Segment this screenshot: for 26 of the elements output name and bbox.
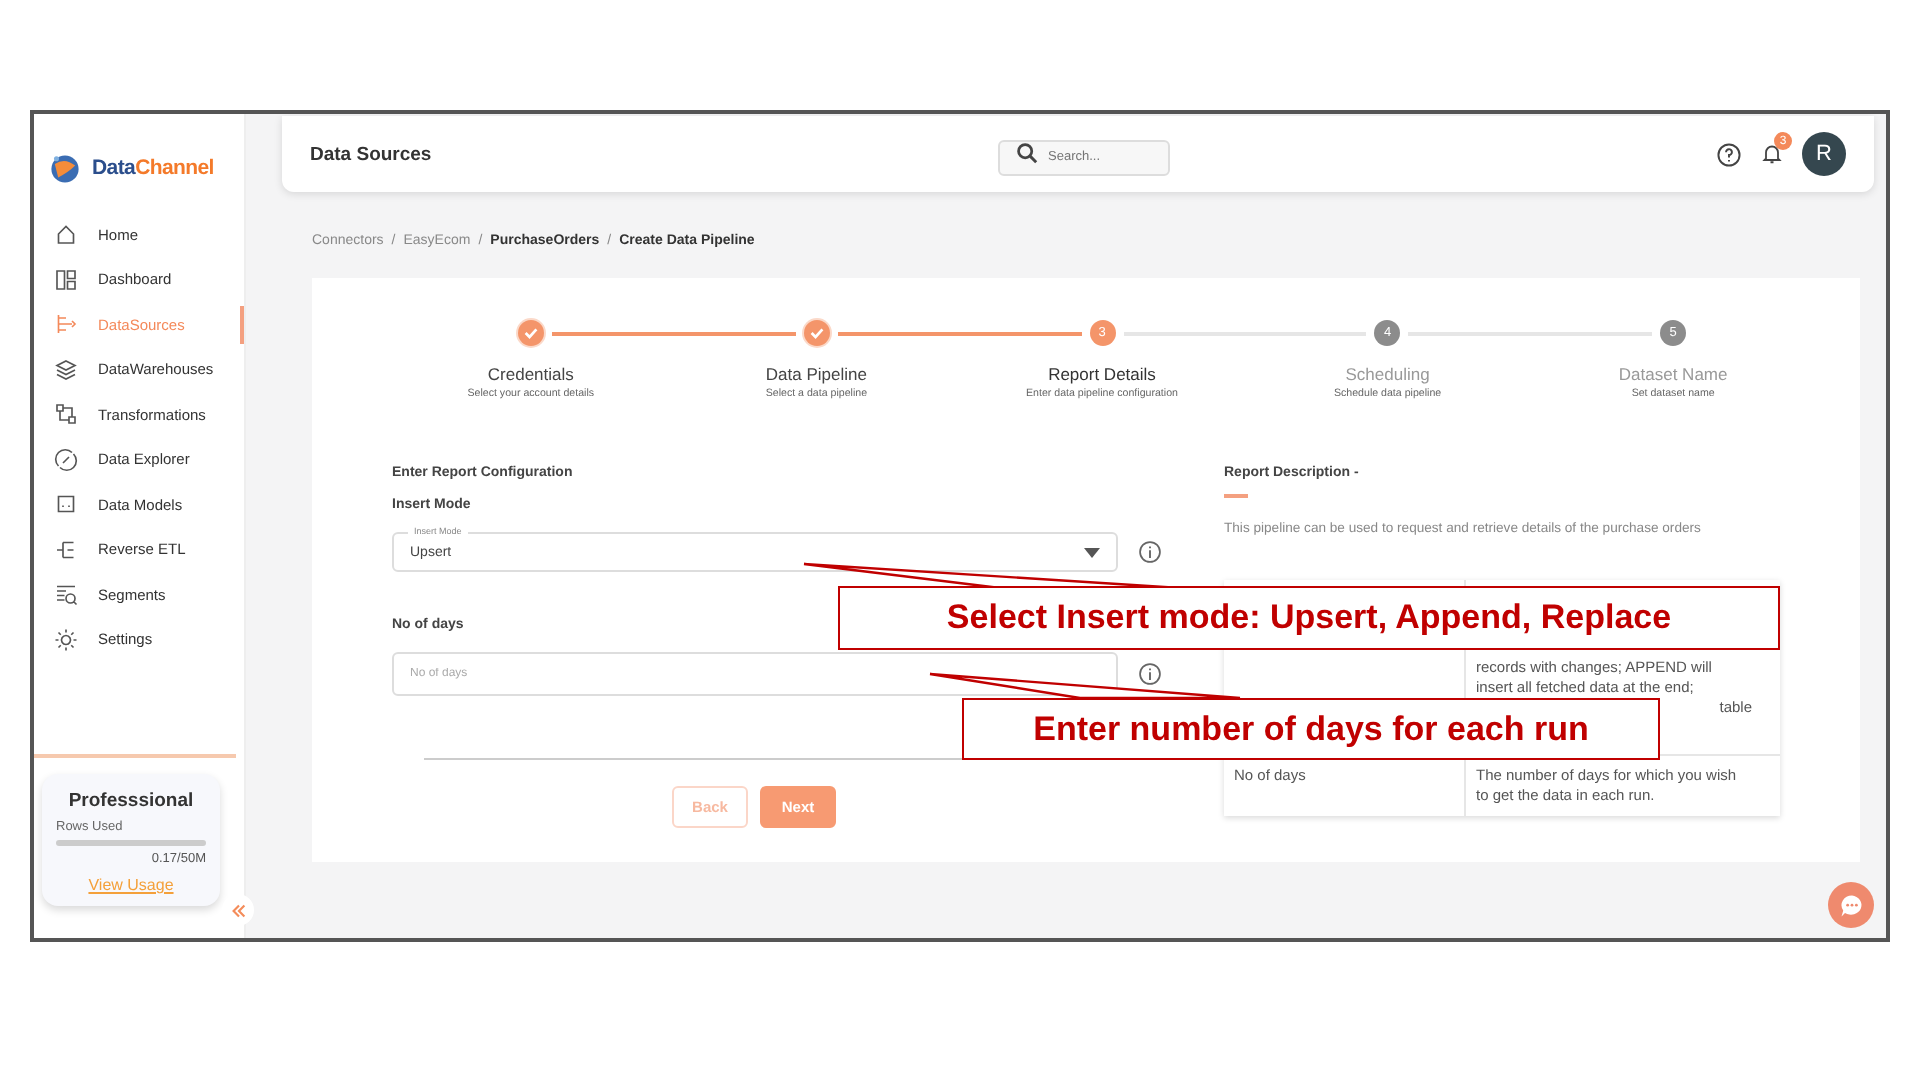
step-title: Dataset Name [1618,364,1728,384]
info-icon[interactable] [1138,662,1162,686]
step-title: Data Pipeline [765,364,867,384]
dashboard-icon [54,267,78,292]
plan-title: Professsional [66,790,196,812]
transform-icon [54,402,78,427]
step-title: Report Details [1048,364,1156,384]
globe-logo-icon [48,151,82,185]
step-title: Scheduling [1345,364,1430,384]
layers-icon [54,357,78,382]
home-icon [54,222,78,247]
page-title: Data Sources [310,143,432,165]
help-icon[interactable] [1716,141,1742,167]
dropdown-caret-icon [1084,547,1100,557]
chat-bubble-icon [1837,891,1865,919]
double-chevron-icon [229,901,247,919]
logo-text: DataChannel [92,156,214,180]
settings-icon [54,627,78,652]
flow-icon [54,312,78,337]
step-title: Credentials [487,364,574,384]
list-search-icon [54,582,78,607]
bell-icon[interactable] [1760,142,1784,166]
search-icon [1016,142,1038,164]
branch-icon [54,537,78,562]
avatar[interactable]: R [1802,132,1846,176]
info-icon[interactable] [1138,540,1162,564]
